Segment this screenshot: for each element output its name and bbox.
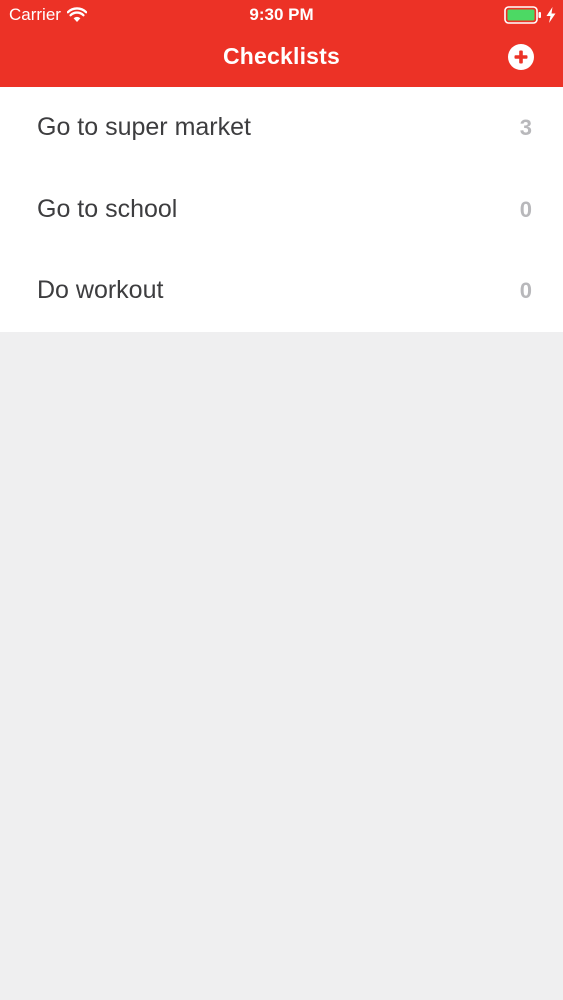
charging-bolt-icon [546, 7, 556, 23]
add-checklist-button[interactable] [507, 43, 535, 71]
battery-group [504, 6, 556, 24]
navigation-header: Carrier 9:30 PM Checklists [0, 0, 563, 87]
checklist-title: Do workout [37, 276, 164, 304]
checklist-row[interactable]: Go to school 0 [0, 169, 563, 251]
checklist-title: Go to school [37, 194, 178, 223]
status-time: 9:30 PM [249, 5, 314, 24]
checklist-count: 0 [519, 278, 532, 303]
checklist-count: 3 [519, 115, 532, 140]
status-bar: Carrier 9:30 PM [0, 0, 563, 30]
checklist-title: Go to super market [37, 113, 251, 141]
plus-circle-icon [508, 44, 534, 70]
page-title: Checklists [222, 43, 341, 69]
checklist-row[interactable]: Go to super market 3 [0, 87, 563, 169]
checklist-list: Go to super market 3 Go to school 0 Do w… [0, 87, 563, 332]
checklist-row[interactable]: Do workout 0 [0, 250, 563, 332]
checklist-count: 0 [519, 196, 532, 222]
battery-icon [504, 6, 541, 24]
